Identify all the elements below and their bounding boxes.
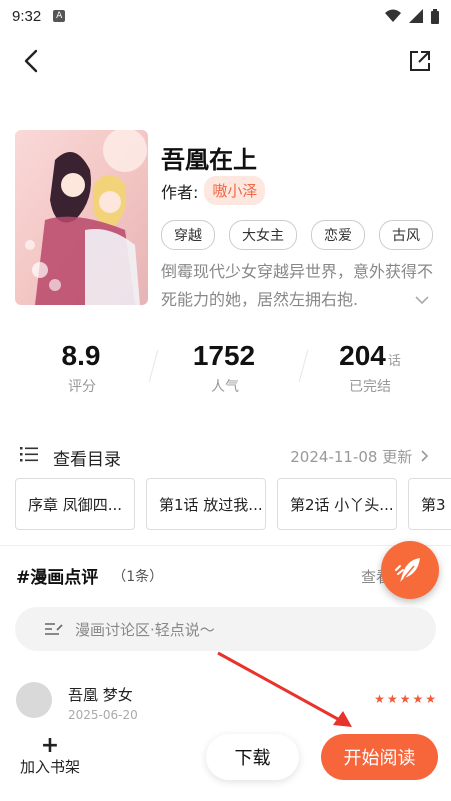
catalog-title: 查看目录 <box>53 450 121 470</box>
stat-value: 1752 <box>192 340 256 371</box>
review-header: #漫画点评 （1条） <box>16 563 163 588</box>
status-indicators <box>385 8 439 24</box>
author-name-link[interactable]: 嗷小泽 <box>204 176 266 205</box>
comment-placeholder: 漫画讨论区·轻点说～ <box>75 620 215 639</box>
chapter-card[interactable]: 第1话 放过我... <box>146 478 266 530</box>
comment-input[interactable]: 漫画讨论区·轻点说～ <box>15 607 436 651</box>
stat-divider <box>298 350 309 382</box>
stat-rating: 8.9 评分 <box>22 340 142 396</box>
catalog-row[interactable]: 查看目录 2024-11-08 更新 <box>0 440 451 472</box>
back-button[interactable] <box>16 46 46 76</box>
review-item[interactable]: 吾凰 梦女 2025-06-20 ★ ★ ★ ★ ★ <box>16 680 436 724</box>
chevron-right-icon <box>421 450 429 462</box>
start-reading-button[interactable]: 开始阅读 <box>321 734 438 780</box>
edit-lines-icon <box>45 623 63 635</box>
share-button[interactable] <box>405 46 435 76</box>
chapter-card[interactable]: 序章 凤御四... <box>15 478 135 530</box>
avatar[interactable] <box>16 682 52 718</box>
catalog-update-info: 2024-11-08 更新 <box>290 446 429 467</box>
bottom-action-bar: + 加入书架 下载 开始阅读 <box>0 726 451 801</box>
star-icon: ★ <box>374 692 385 706</box>
chapter-list: 序章 凤御四... 第1话 放过我... 第2话 小丫头... 第3 <box>15 478 451 530</box>
stat-value: 204 <box>339 340 386 371</box>
status-time: 9:32 <box>12 7 42 25</box>
genre-tag[interactable]: 古风 <box>379 220 433 250</box>
chapter-card[interactable]: 第3 <box>408 478 451 530</box>
stat-unit: 话 <box>387 354 401 369</box>
stat-divider <box>148 350 159 382</box>
add-to-shelf-button[interactable]: + 加入书架 <box>16 733 84 777</box>
share-external-icon <box>410 51 430 71</box>
review-date: 2025-06-20 <box>68 708 138 722</box>
genre-tag[interactable]: 大女主 <box>229 220 297 250</box>
chevron-left-icon <box>24 49 38 73</box>
star-icon: ★ <box>412 692 424 706</box>
stat-value: 8.9 <box>61 340 101 371</box>
write-review-fab[interactable] <box>381 541 439 599</box>
notification-icon: A <box>53 10 66 22</box>
author-row: 作者: 嗷小泽 <box>161 176 266 205</box>
genre-tags: 穿越 大女主 恋爱 古风 <box>161 220 433 250</box>
battery-icon <box>431 8 439 24</box>
star-icon: ★ <box>399 692 411 706</box>
stat-chapters: 204 话 已完结 <box>310 340 430 396</box>
star-icon: ★ <box>386 692 398 706</box>
reviewer-name: 吾凰 梦女 <box>68 686 133 704</box>
star-icon: ★ <box>425 692 436 706</box>
signal-icon <box>409 9 423 23</box>
chapter-card[interactable]: 第2话 小丫头... <box>277 478 397 530</box>
stat-label: 评分 <box>68 379 96 395</box>
plus-icon: + <box>40 733 60 758</box>
top-navigation <box>0 40 451 80</box>
expand-description-button[interactable] <box>415 290 429 309</box>
download-button[interactable]: 下载 <box>206 734 299 780</box>
review-count: （1条） <box>112 568 164 585</box>
book-title: 吾凰在上 <box>161 146 257 174</box>
shelf-label: 加入书架 <box>19 758 80 776</box>
book-description[interactable]: 倒霉现代少女穿越异世界，意外获得不死能力的她，居然左拥右抱. <box>161 258 436 314</box>
wifi-icon <box>385 9 401 22</box>
rating-stars: ★ ★ ★ ★ ★ <box>374 692 436 706</box>
stats-row: 8.9 评分 1752 人气 204 话 已完结 <box>0 340 451 410</box>
author-label: 作者: <box>161 182 199 202</box>
review-section-title: #漫画点评 <box>16 568 99 588</box>
cover-illustration <box>15 130 148 305</box>
genre-tag[interactable]: 恋爱 <box>311 220 365 250</box>
stat-popularity: 1752 人气 <box>165 340 285 396</box>
status-bar: 9:32 A <box>0 0 451 32</box>
stat-label: 已完结 <box>349 379 391 395</box>
update-date-text: 2024-11-08 更新 <box>290 448 413 466</box>
feather-pen-icon <box>395 558 420 582</box>
genre-tag[interactable]: 穿越 <box>161 220 215 250</box>
stat-label: 人气 <box>211 379 239 395</box>
chevron-down-icon <box>415 296 429 305</box>
list-icon <box>20 446 38 466</box>
section-divider <box>0 545 451 546</box>
book-cover-image[interactable] <box>15 130 148 305</box>
